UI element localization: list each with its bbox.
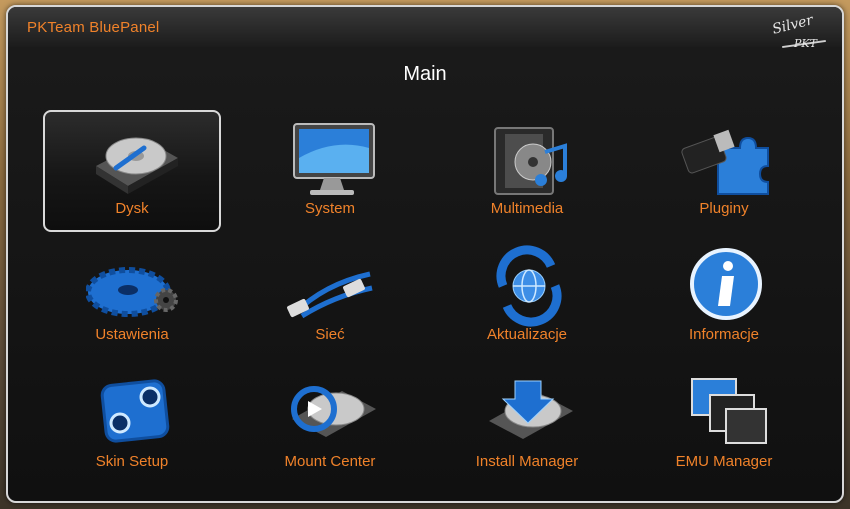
menu-item-label: Pluginy xyxy=(699,200,749,217)
menu-item-label: System xyxy=(304,200,355,217)
hard-disk-icon xyxy=(96,137,178,194)
main-menu-grid: Dysk System Multimedia Pluginy Ustawieni… xyxy=(8,7,842,501)
menu-item-informacje[interactable]: Informacje xyxy=(635,236,813,358)
main-panel: PKTeam BluePanel Silver PKT Main Dysk Sy… xyxy=(6,5,844,503)
menu-item-system[interactable]: System xyxy=(241,110,419,232)
menu-item-label: Install Manager xyxy=(475,453,579,470)
menu-item-aktualizacje[interactable]: Aktualizacje xyxy=(438,236,616,358)
menu-item-label: Dysk xyxy=(115,200,149,217)
menu-item-multimedia[interactable]: Multimedia xyxy=(438,110,616,232)
menu-item-label: Sieć xyxy=(315,326,345,343)
windows-stack-icon xyxy=(691,378,767,444)
menu-item-dysk[interactable]: Dysk xyxy=(43,110,221,232)
usb-puzzle-icon xyxy=(681,129,769,195)
menu-item-label: Mount Center xyxy=(284,453,376,470)
globe-refresh-icon xyxy=(496,245,562,327)
monitor-icon xyxy=(293,123,375,195)
disk-mount-icon xyxy=(291,386,376,437)
menu-item-label: Skin Setup xyxy=(95,453,169,470)
menu-item-label: Multimedia xyxy=(490,200,564,217)
menu-item-label: Aktualizacje xyxy=(486,326,568,343)
menu-item-emu-manager[interactable]: EMU Manager xyxy=(635,363,813,485)
disk-install-icon xyxy=(489,380,573,439)
menu-item-label: Informacje xyxy=(688,326,760,343)
menu-item-install-manager[interactable]: Install Manager xyxy=(438,363,616,485)
info-icon xyxy=(690,248,762,320)
menu-item-label: Ustawienia xyxy=(95,326,169,343)
menu-item-label: EMU Manager xyxy=(675,453,773,470)
menu-item-pluginy[interactable]: Pluginy xyxy=(635,110,813,232)
menu-item-mount-center[interactable]: Mount Center xyxy=(241,363,419,485)
skin-setup-icon xyxy=(100,379,170,443)
network-cable-icon xyxy=(287,271,373,319)
menu-item-skin-setup[interactable]: Skin Setup xyxy=(43,363,221,485)
menu-item-ustawienia[interactable]: Ustawienia xyxy=(43,236,221,358)
film-music-icon xyxy=(494,127,567,195)
menu-item-siec[interactable]: Sieć xyxy=(241,236,419,358)
gear-icon xyxy=(86,267,178,317)
